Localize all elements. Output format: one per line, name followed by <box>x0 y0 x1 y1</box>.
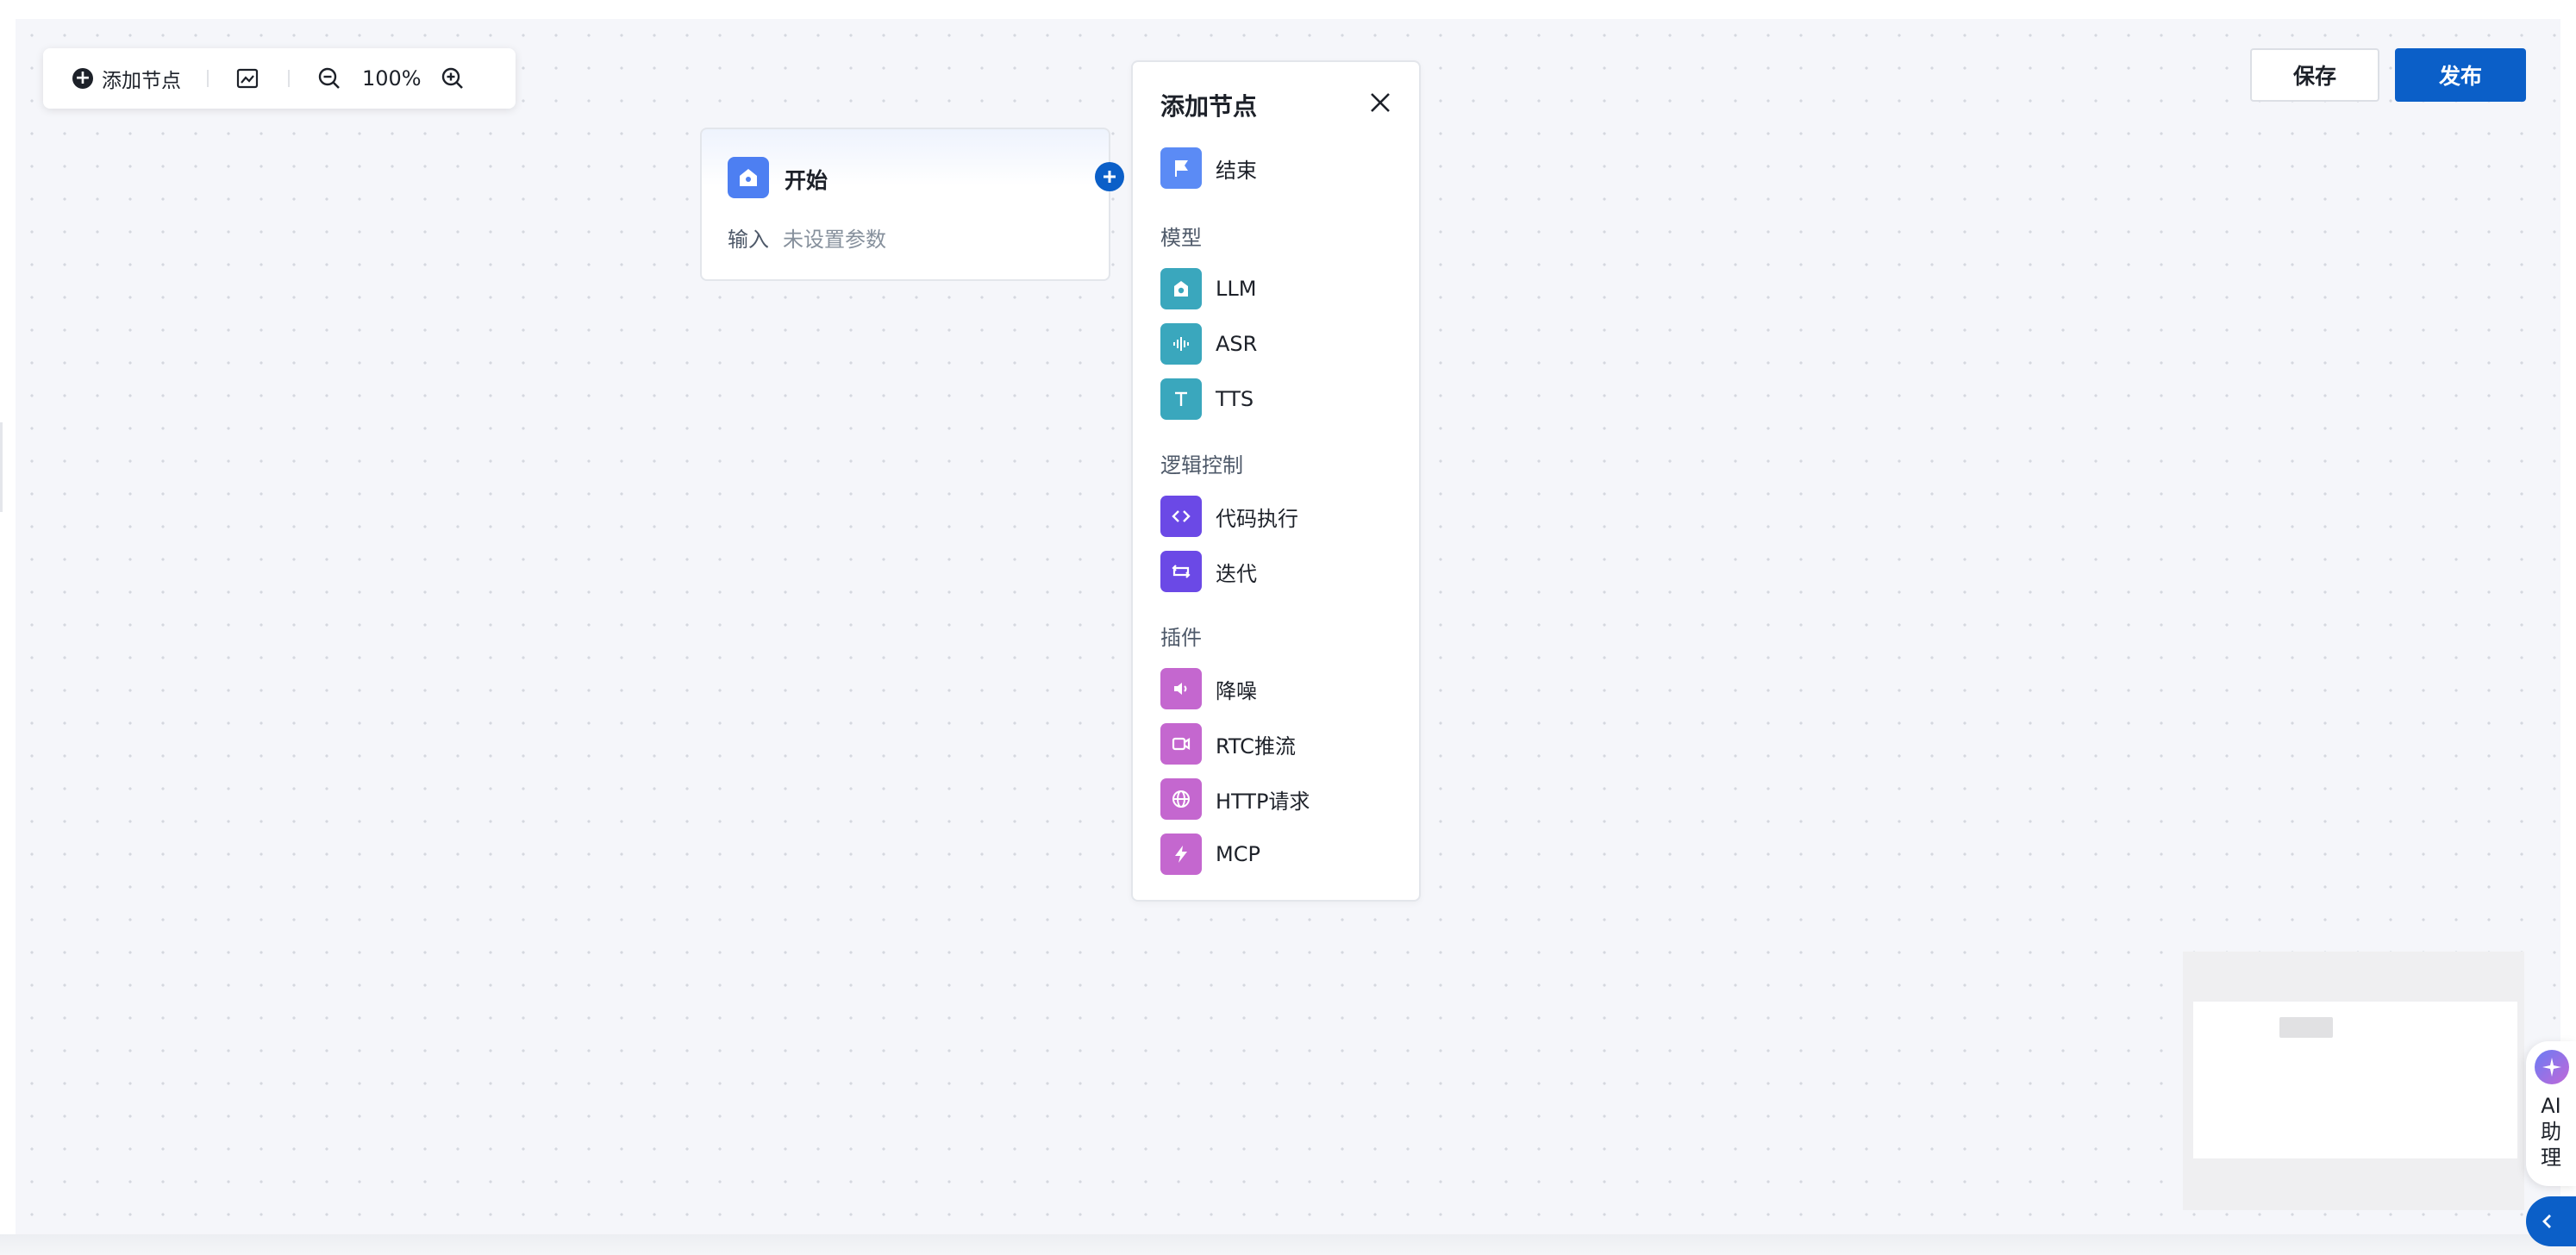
panel-title: 添加节点 <box>1160 92 1258 121</box>
node-option-http[interactable]: HTTP请求 <box>1160 777 1393 821</box>
toolbar-divider <box>207 70 209 87</box>
flag-icon <box>1160 147 1202 189</box>
node-option-label: 代码执行 <box>1216 506 1298 531</box>
node-option-label: 迭代 <box>1216 561 1257 586</box>
add-node-panel: 添加节点 结束 模型 LLM ASR TTS 逻辑控制 代码执行 迭代 插件 降… <box>1131 60 1421 902</box>
node-option-llm[interactable]: LLM <box>1160 267 1393 310</box>
input-value: 未设置参数 <box>783 228 886 252</box>
start-node-title: 开始 <box>785 168 828 193</box>
node-option-label: 结束 <box>1216 158 1257 183</box>
loop-icon <box>1160 551 1202 592</box>
waveform-icon <box>1160 323 1202 365</box>
node-option-code[interactable]: 代码执行 <box>1160 495 1393 538</box>
plus-icon <box>1104 171 1116 183</box>
save-button[interactable]: 保存 <box>2250 48 2379 102</box>
node-option-mcp[interactable]: MCP <box>1160 833 1393 876</box>
ai-assistant-button[interactable]: AI 助 理 <box>2526 1041 2576 1186</box>
lightning-icon <box>1160 834 1202 875</box>
node-option-label: TTS <box>1216 387 1254 411</box>
start-node-input-row: 输入 未设置参数 <box>728 222 886 253</box>
robot-icon <box>1160 268 1202 309</box>
node-option-label: HTTP请求 <box>1216 789 1310 814</box>
home-icon <box>728 157 769 198</box>
minimap-node <box>2279 1017 2333 1038</box>
canvas-toolbar: + 添加节点 100% <box>43 48 516 109</box>
section-title-plugins: 插件 <box>1160 626 1202 650</box>
video-icon <box>1160 723 1202 765</box>
zoom-in-icon[interactable] <box>441 66 465 91</box>
node-option-label: RTC推流 <box>1216 734 1296 759</box>
add-next-node-button[interactable] <box>1095 162 1124 191</box>
add-node-button[interactable]: + 添加节点 <box>72 64 181 93</box>
plus-circle-icon: + <box>72 68 93 89</box>
node-option-label: 降噪 <box>1216 678 1257 703</box>
toolbar-divider <box>288 70 290 87</box>
speaker-icon <box>1160 668 1202 709</box>
section-title-logic: 逻辑控制 <box>1160 453 1243 478</box>
start-node[interactable]: 开始 输入 未设置参数 <box>700 128 1110 281</box>
left-edge-handle <box>0 422 3 512</box>
node-option-label: ASR <box>1216 332 1258 356</box>
node-option-end[interactable]: 结束 <box>1160 147 1393 190</box>
globe-icon <box>1160 778 1202 820</box>
section-title-model: 模型 <box>1160 226 1202 250</box>
bottom-bar <box>0 1234 2576 1255</box>
code-icon <box>1160 496 1202 537</box>
ai-sparkle-icon <box>2535 1050 2569 1084</box>
zoom-out-icon[interactable] <box>317 66 341 91</box>
node-option-iterate[interactable]: 迭代 <box>1160 550 1393 593</box>
close-icon[interactable] <box>1366 88 1395 117</box>
minimap-viewport[interactable] <box>2193 1002 2517 1158</box>
input-label: 输入 <box>728 228 769 252</box>
add-node-label: 添加节点 <box>102 70 181 92</box>
minimap-toggle-icon[interactable] <box>236 67 259 90</box>
node-option-label: MCP <box>1216 842 1260 866</box>
node-option-denoise[interactable]: 降噪 <box>1160 667 1393 710</box>
collapse-panel-button[interactable] <box>2526 1196 2576 1246</box>
node-option-label: LLM <box>1216 277 1257 301</box>
publish-button[interactable]: 发布 <box>2395 48 2526 102</box>
node-option-rtc[interactable]: RTC推流 <box>1160 722 1393 765</box>
text-t-icon <box>1160 378 1202 420</box>
ai-assistant-label: AI 助 理 <box>2541 1094 2561 1170</box>
zoom-level: 100% <box>362 66 422 91</box>
chevron-left-icon <box>2542 1214 2551 1228</box>
node-option-tts[interactable]: TTS <box>1160 378 1393 421</box>
node-option-asr[interactable]: ASR <box>1160 322 1393 365</box>
